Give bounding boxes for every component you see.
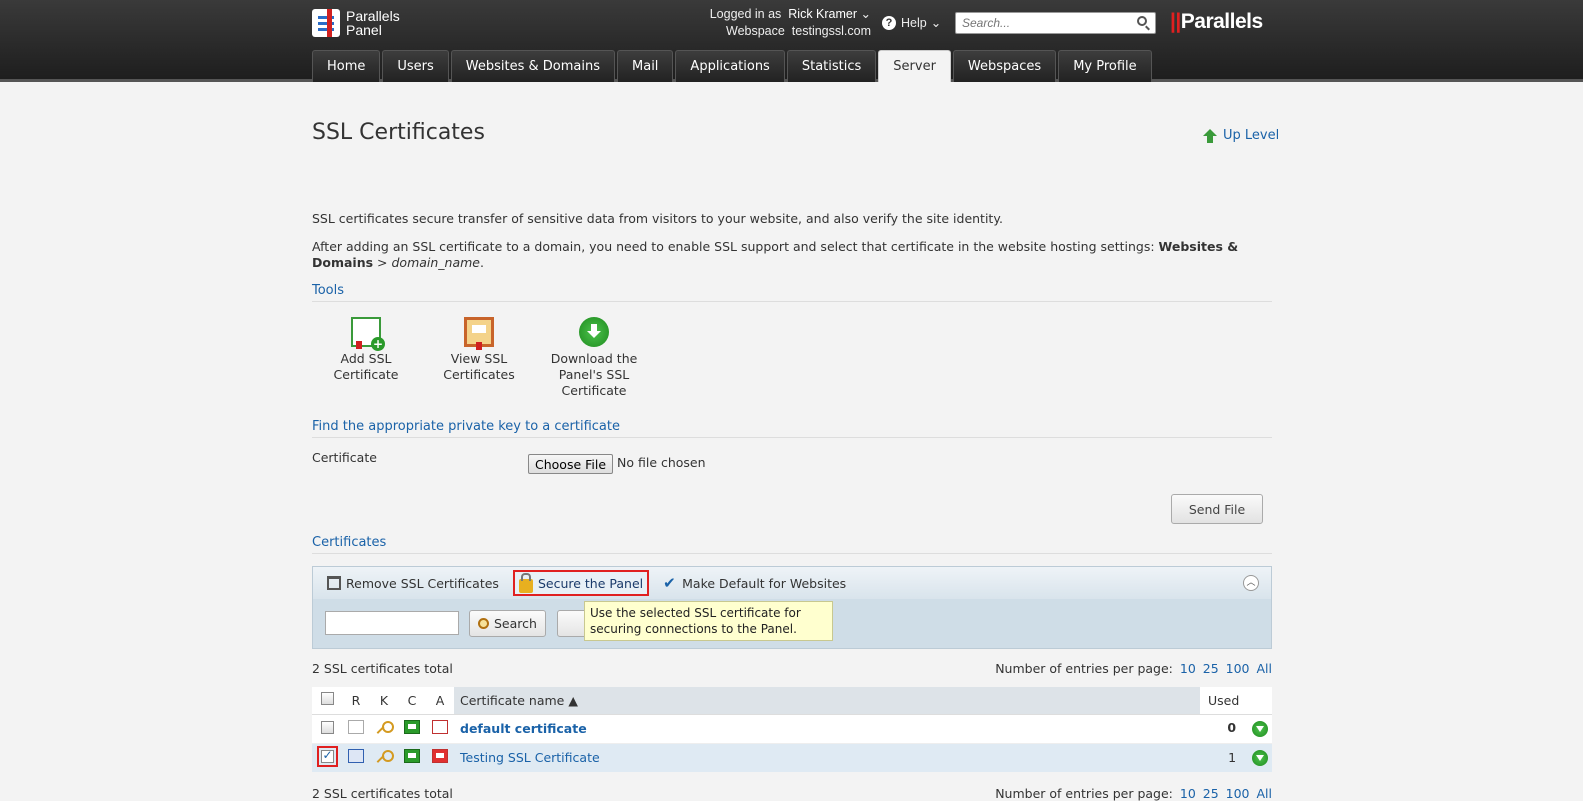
tab-my-profile[interactable]: My Profile [1058,50,1152,82]
ca-certificate-icon [432,720,448,734]
table-row: default certificate 0 [312,714,1272,744]
csr-icon [348,749,364,764]
tab-mail[interactable]: Mail [617,50,674,82]
logo-line1: Parallels [346,8,400,24]
up-arrow-icon [1203,128,1217,143]
user-name[interactable]: Rick Kramer [788,7,857,21]
tab-applications[interactable]: Applications [675,50,785,82]
search-icon[interactable] [1137,16,1147,26]
chevron-down-icon: ⌄ [930,16,942,30]
tab-websites-domains[interactable]: Websites & Domains [450,50,616,82]
per-page-10[interactable]: 10 [1180,661,1196,676]
tab-statistics[interactable]: Statistics [786,50,877,82]
column-k: K [370,687,398,715]
used-count: 1 [1228,749,1237,765]
logo-line2: Panel [346,22,382,38]
no-file-chosen-text: No file chosen [617,455,706,470]
panel-logo-icon [312,9,340,37]
row-checkbox[interactable] [316,745,338,767]
help-icon: ? [882,15,896,30]
key-icon [376,720,394,734]
parallels-brand-logo: ||Parallels [1170,10,1263,33]
download-icon [579,317,609,347]
chevron-down-icon[interactable]: ⌄ [861,7,871,21]
send-file-button[interactable]: Send File [1171,494,1263,524]
sort-asc-icon: ▲ [568,692,578,708]
certificate-link[interactable]: default certificate [460,721,587,736]
tab-webspaces[interactable]: Webspaces [952,50,1057,82]
view-certificates-icon [464,317,494,350]
column-used: Used [1200,687,1272,715]
view-ssl-certificates-button[interactable]: View SSL Certificates [439,317,519,383]
used-count: 0 [1227,720,1237,736]
tab-server[interactable]: Server [878,50,951,82]
intro-text-2: After adding an SSL certificate to a dom… [312,239,1239,270]
up-level-link[interactable]: Up Level [1203,128,1279,143]
table-row: Testing SSL Certificate 1 [312,743,1272,772]
per-page-100[interactable]: 100 [1226,661,1250,676]
tab-home[interactable]: Home [312,50,381,82]
checkmark-icon: ✔ [663,574,676,592]
tab-users[interactable]: Users [382,50,449,82]
per-page-all[interactable]: All [1257,661,1273,676]
per-page-25[interactable]: 25 [1203,661,1219,676]
logged-in-label: Logged in as [709,7,782,21]
column-r: R [342,687,370,715]
clear-filter-button[interactable] [557,610,587,637]
parallels-panel-logo[interactable]: Parallels Panel [312,9,400,37]
up-level-label: Up Level [1223,128,1280,143]
column-a: A [426,687,454,715]
select-all-checkbox[interactable] [320,692,334,706]
collapse-toolbar-button[interactable]: ︿ [1243,575,1259,591]
certificates-toolbar: Remove SSL Certificates Secure the Panel… [312,566,1272,600]
add-ssl-certificate-button[interactable]: Add SSL Certificate [326,317,406,383]
search-input[interactable] [956,13,1126,33]
csr-icon [348,720,364,734]
page-title: SSL Certificates [312,120,485,145]
search-box [955,12,1156,34]
certificates-heading: Certificates [312,535,1272,554]
certificate-icon [404,720,420,734]
certificates-table: R K C A Certificate name ▲ Used default … [312,687,1272,772]
intro-text: SSL certificates secure transfer of sens… [312,211,1003,226]
tools-heading: Tools [312,283,1272,302]
certificate-label: Certificate [312,450,377,465]
webspace-label: Webspace [726,24,785,38]
certificate-link[interactable]: Testing SSL Certificate [460,750,600,765]
remove-ssl-certificates-button[interactable]: Remove SSL Certificates [323,570,503,596]
login-info: Logged in as Rick Kramer ⌄ Webspace test… [710,6,871,40]
secure-the-panel-button[interactable]: Secure the Panel [512,570,650,596]
entries-per-page: Number of entries per page: 10 25 100 Al… [995,661,1272,676]
download-icon[interactable] [1252,720,1268,737]
column-c: C [398,687,426,715]
help-label: Help [901,15,927,30]
search-icon [478,618,489,629]
row-checkbox[interactable] [320,720,334,734]
help-menu[interactable]: ? Help ⌄ [882,15,941,30]
trash-icon [327,576,341,590]
main-tabs: Home Users Websites & Domains Mail Appli… [312,50,1154,82]
download-icon[interactable] [1252,750,1268,766]
certificates-total: 2 SSL certificates total [312,661,453,676]
lock-icon [518,572,533,593]
column-certificate-name[interactable]: Certificate name ▲ [454,687,1200,715]
webspace-value[interactable]: testingssl.com [792,24,871,38]
ca-certificate-icon [432,749,448,764]
choose-file-button[interactable]: Choose File [528,454,614,474]
private-key-heading: Find the appropriate private key to a ce… [312,419,1272,438]
filter-input[interactable] [325,611,459,635]
key-icon [376,749,394,763]
filter-search-button[interactable]: Search [469,610,546,637]
make-default-for-websites-button[interactable]: ✔ Make Default for Websites [659,570,850,596]
download-panel-certificate-button[interactable]: Download the Panel's SSL Certificate [549,317,639,399]
secure-panel-tooltip: Use the selected SSL certificate for sec… [584,601,833,641]
certificate-icon [404,749,420,764]
add-certificate-icon [351,317,385,351]
